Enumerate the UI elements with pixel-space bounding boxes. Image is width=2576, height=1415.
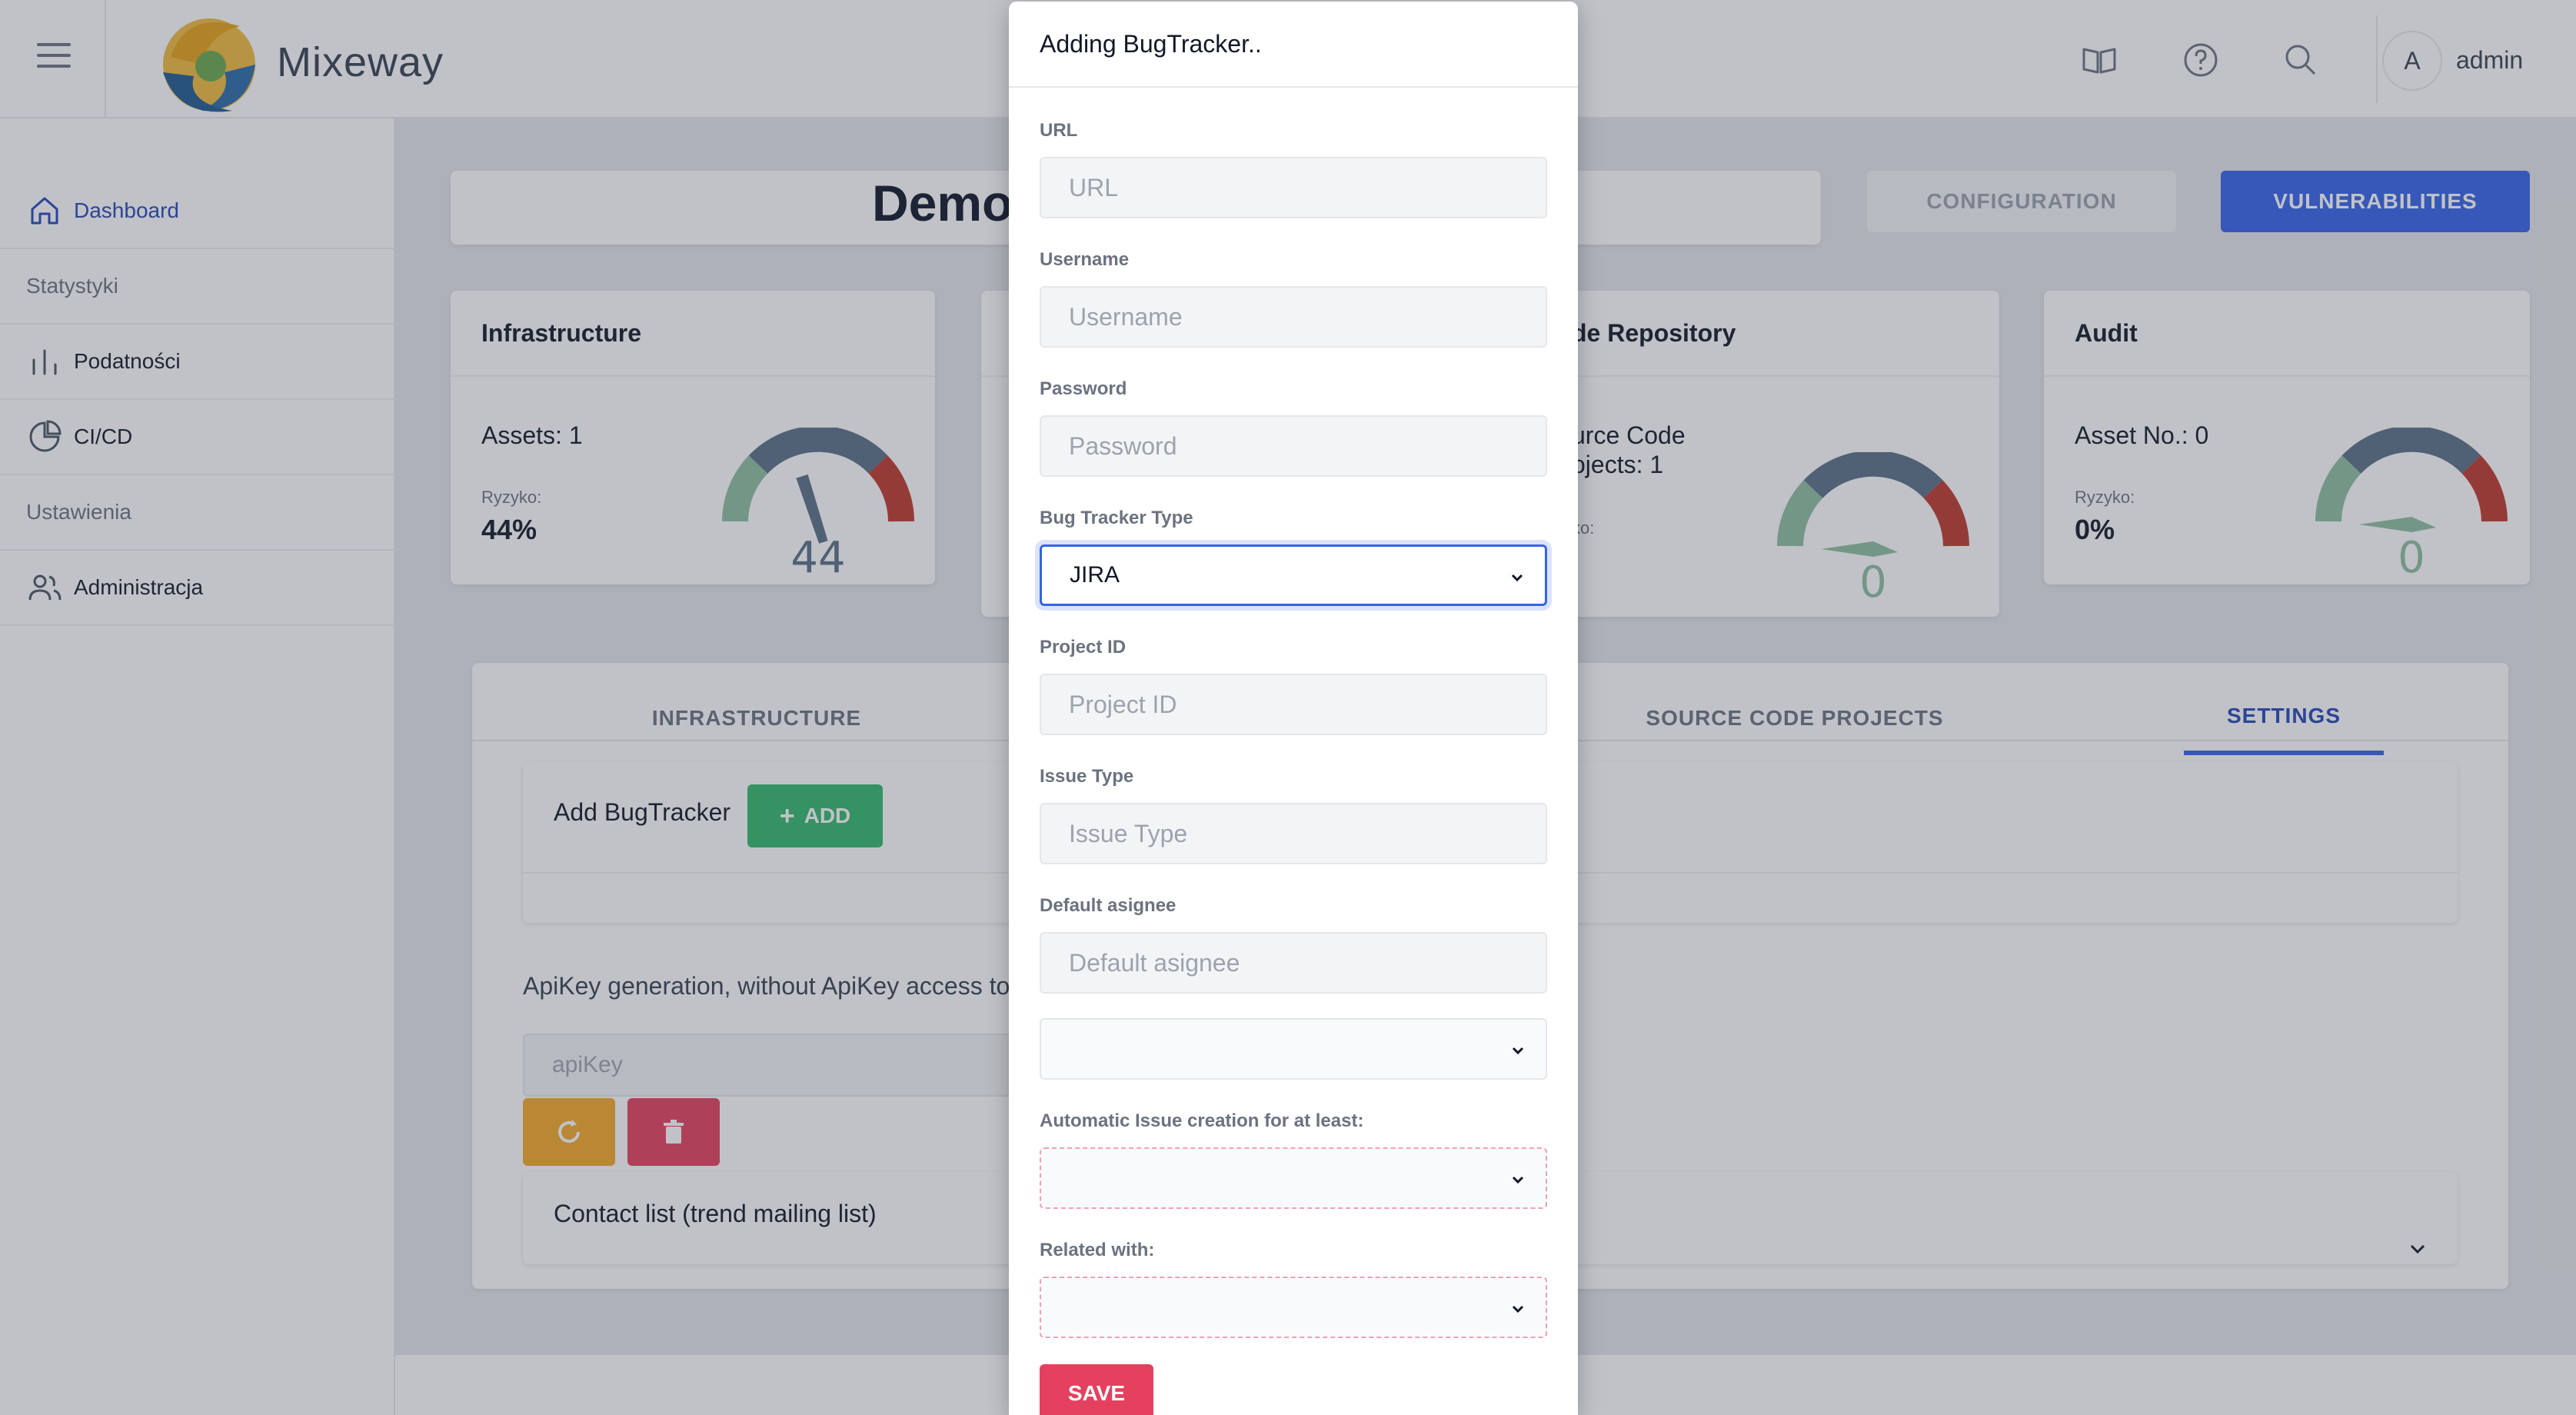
password-input[interactable]: Password bbox=[1040, 415, 1547, 477]
issue-type-input[interactable]: Issue Type bbox=[1040, 803, 1547, 864]
password-label: Password bbox=[1040, 378, 1127, 399]
username-label: Username bbox=[1040, 249, 1130, 270]
related-with-label: Related with: bbox=[1040, 1240, 1155, 1260]
modal-title: Adding BugTracker.. bbox=[1009, 2, 1578, 88]
chevron-down-icon bbox=[1511, 574, 1523, 582]
save-button[interactable]: SAVE bbox=[1040, 1364, 1153, 1415]
automatic-issue-select[interactable] bbox=[1040, 1147, 1547, 1209]
project-id-input[interactable]: Project ID bbox=[1040, 674, 1547, 735]
automatic-issue-label: Automatic Issue creation for at least: bbox=[1040, 1110, 1364, 1131]
default-asignee-input[interactable]: Default asignee bbox=[1040, 932, 1547, 994]
add-bugtracker-modal: Adding BugTracker.. URL URL Username Use… bbox=[1009, 2, 1578, 1415]
username-input[interactable]: Username bbox=[1040, 286, 1547, 348]
issue-type-label: Issue Type bbox=[1040, 766, 1134, 787]
unnamed-select[interactable] bbox=[1040, 1018, 1547, 1080]
chevron-down-icon bbox=[1512, 1047, 1524, 1055]
default-asignee-label: Default asignee bbox=[1040, 895, 1177, 916]
bug-tracker-type-select[interactable]: JIRA bbox=[1040, 544, 1547, 606]
project-id-label: Project ID bbox=[1040, 637, 1127, 658]
related-with-select[interactable] bbox=[1040, 1277, 1547, 1338]
url-label: URL bbox=[1040, 120, 1078, 141]
bug-tracker-type-label: Bug Tracker Type bbox=[1040, 508, 1193, 528]
chevron-down-icon bbox=[1512, 1305, 1524, 1313]
chevron-down-icon bbox=[1512, 1176, 1524, 1184]
url-input[interactable]: URL bbox=[1040, 157, 1547, 218]
selected-value: JIRA bbox=[1070, 562, 1120, 588]
